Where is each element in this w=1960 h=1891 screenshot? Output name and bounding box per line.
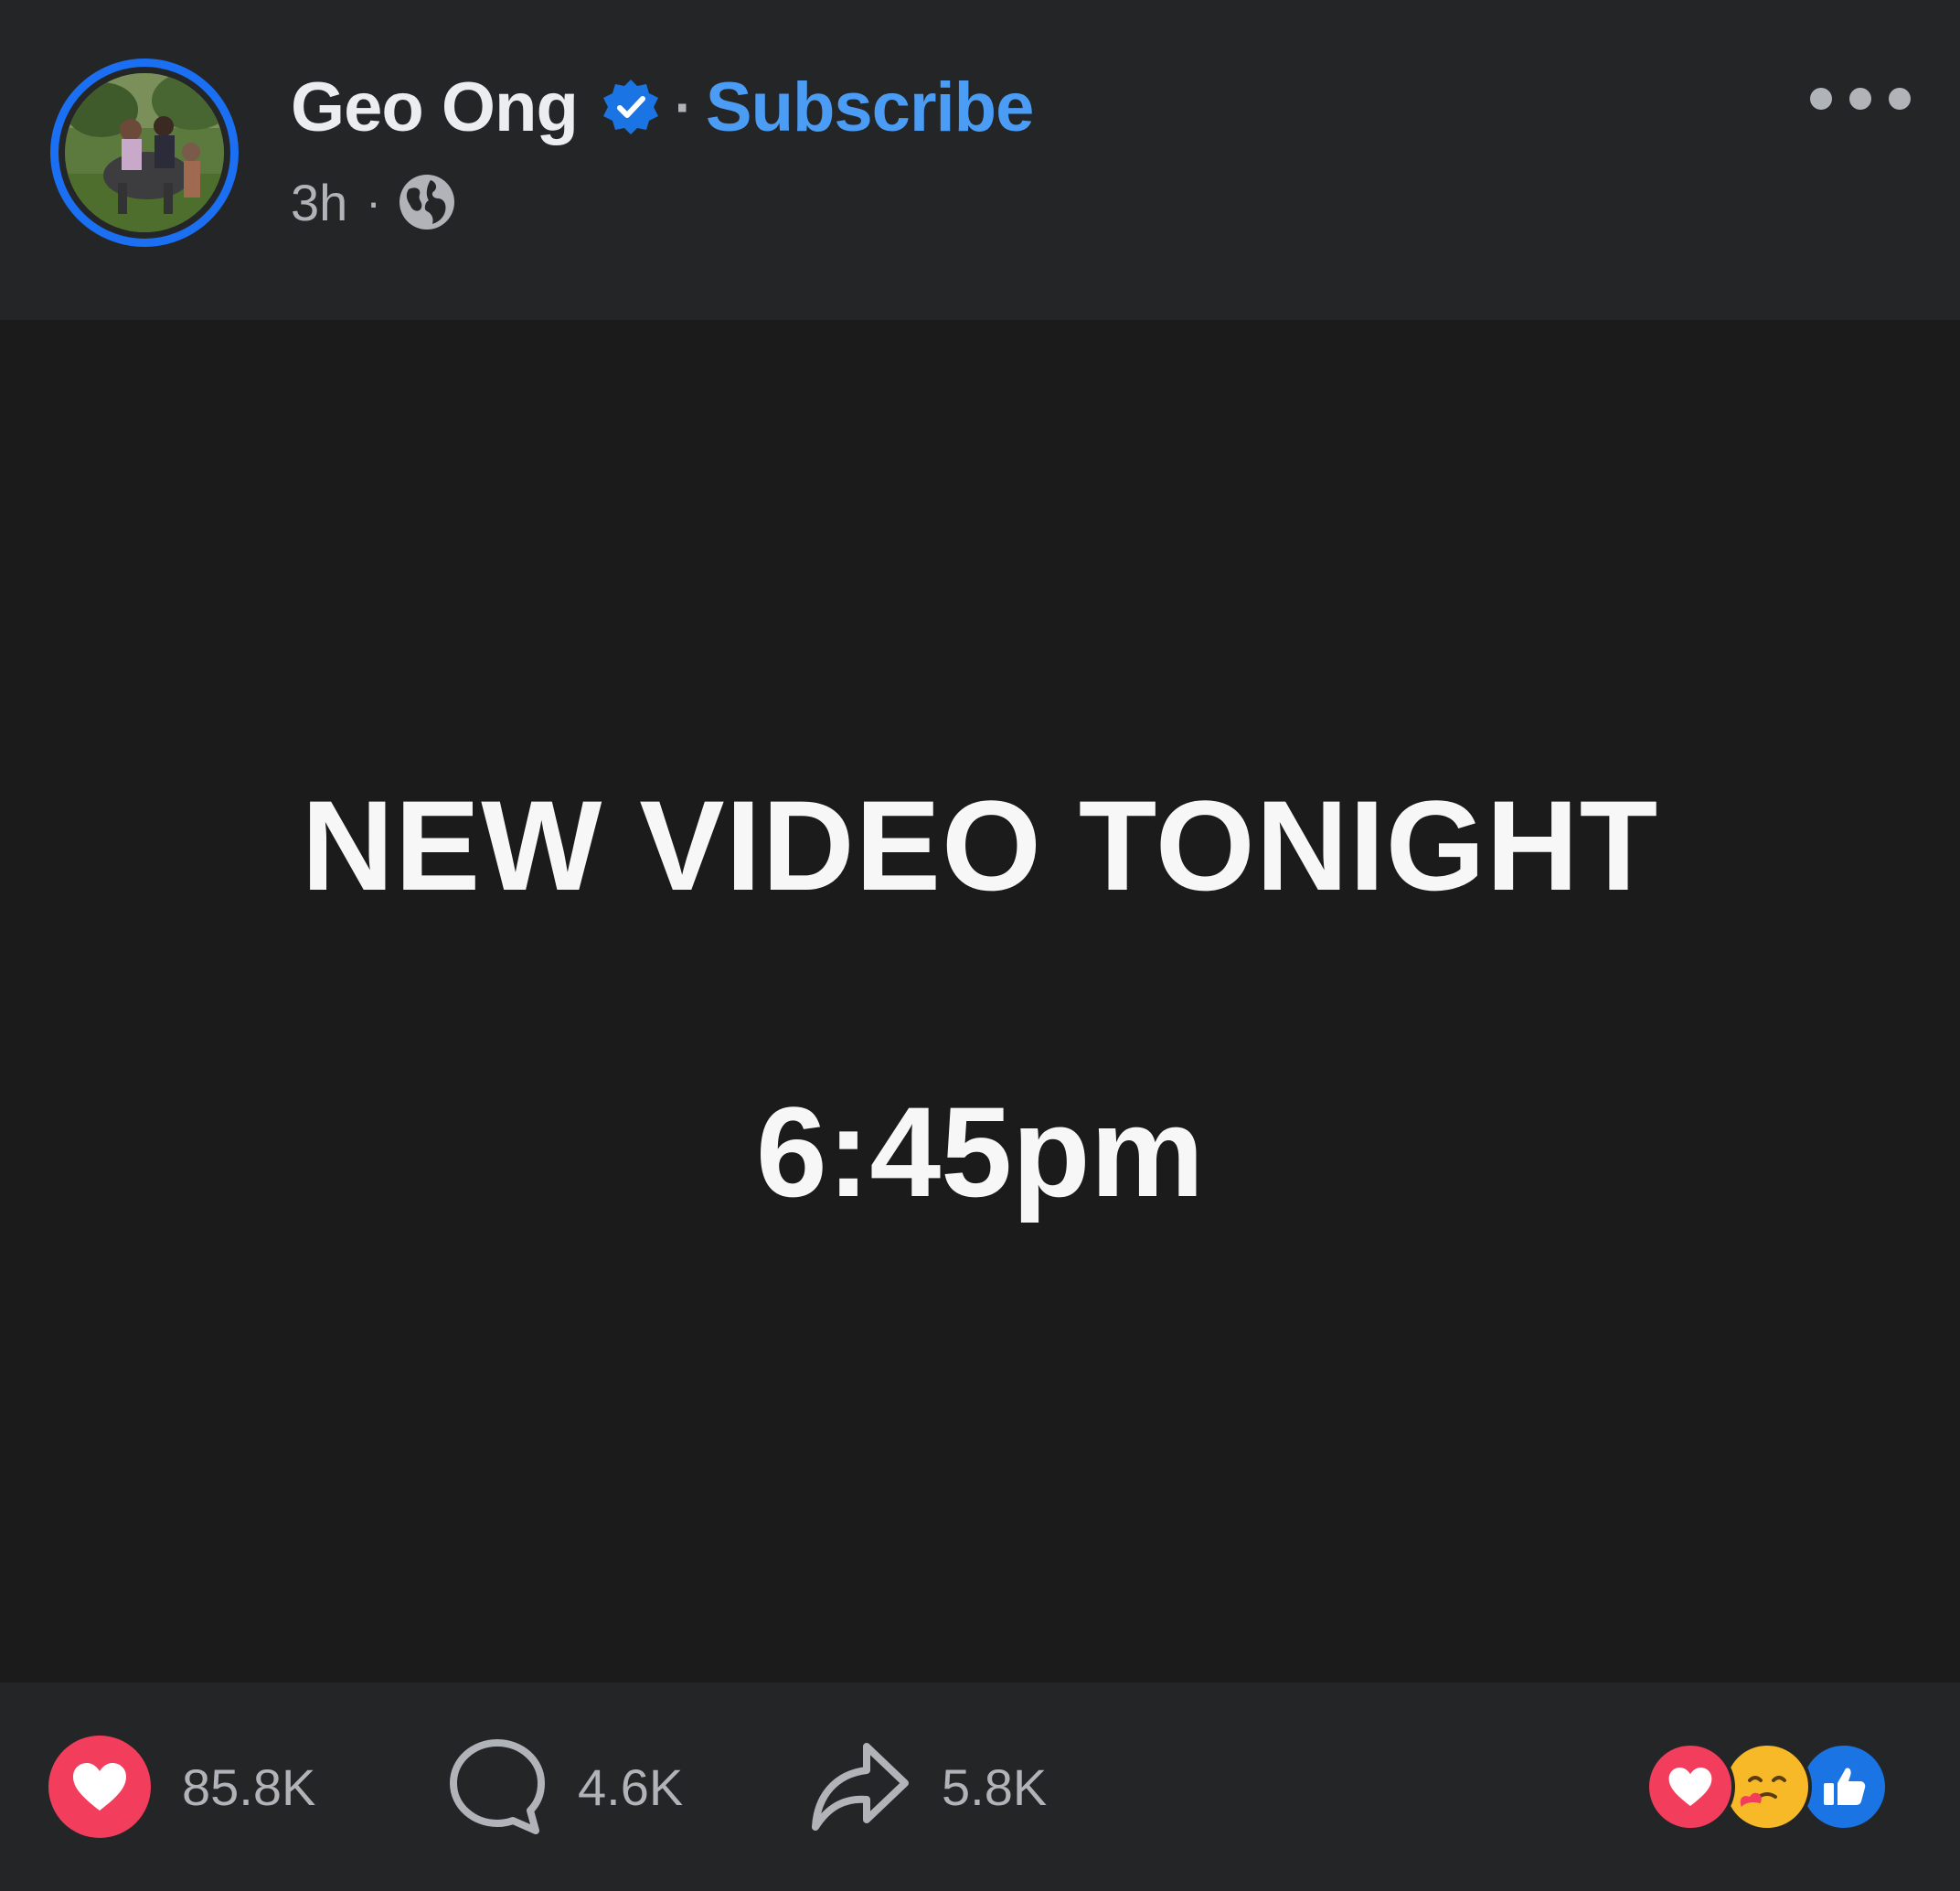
more-options-icon [1889, 88, 1911, 110]
reactions-count: 85.8K [182, 1757, 316, 1816]
author-avatar-ring[interactable] [50, 59, 239, 247]
reaction-button[interactable]: 85.8K [48, 1683, 315, 1891]
reaction-summary[interactable] [1646, 1683, 1889, 1891]
post-timestamp[interactable]: 3h [291, 173, 347, 232]
media-time: 6:45pm [755, 1080, 1205, 1223]
share-button[interactable]: 5.8K [810, 1683, 1047, 1891]
care-reaction-icon [1722, 1742, 1812, 1832]
share-icon [812, 1743, 909, 1831]
comments-count: 4.6K [578, 1757, 684, 1816]
comment-icon [450, 1739, 545, 1834]
separator-dot: · [674, 76, 693, 138]
post-footer: 85.8K 4.6K 5.8K [0, 1683, 1960, 1891]
author-name[interactable]: Geo Ong [291, 68, 579, 147]
author-row: Geo Ong · Subscribe [291, 66, 1034, 148]
love-reaction-icon [1646, 1742, 1735, 1832]
globe-icon [399, 175, 454, 230]
avatar[interactable] [65, 73, 224, 232]
more-options-icon [1810, 88, 1832, 110]
comment-button[interactable]: 4.6K [448, 1683, 683, 1891]
heart-icon [48, 1736, 151, 1838]
media-headline: NEW VIDEO TONIGHT [301, 774, 1659, 917]
post-media[interactable]: NEW VIDEO TONIGHT 6:45pm [0, 320, 1960, 1683]
post-card: Geo Ong · Subscribe 3h · NEW VIDEO TONIG… [0, 0, 1960, 1891]
post-header: Geo Ong · Subscribe 3h · [0, 0, 1960, 320]
subscribe-button[interactable]: Subscribe [706, 68, 1034, 147]
more-options-icon [1849, 88, 1871, 110]
shares-count: 5.8K [942, 1757, 1048, 1816]
separator-dot: · [366, 176, 381, 228]
more-options-button[interactable] [1810, 80, 1911, 117]
like-reaction-icon [1799, 1742, 1889, 1832]
verified-badge-icon [602, 80, 658, 134]
post-meta: 3h · [291, 170, 456, 234]
